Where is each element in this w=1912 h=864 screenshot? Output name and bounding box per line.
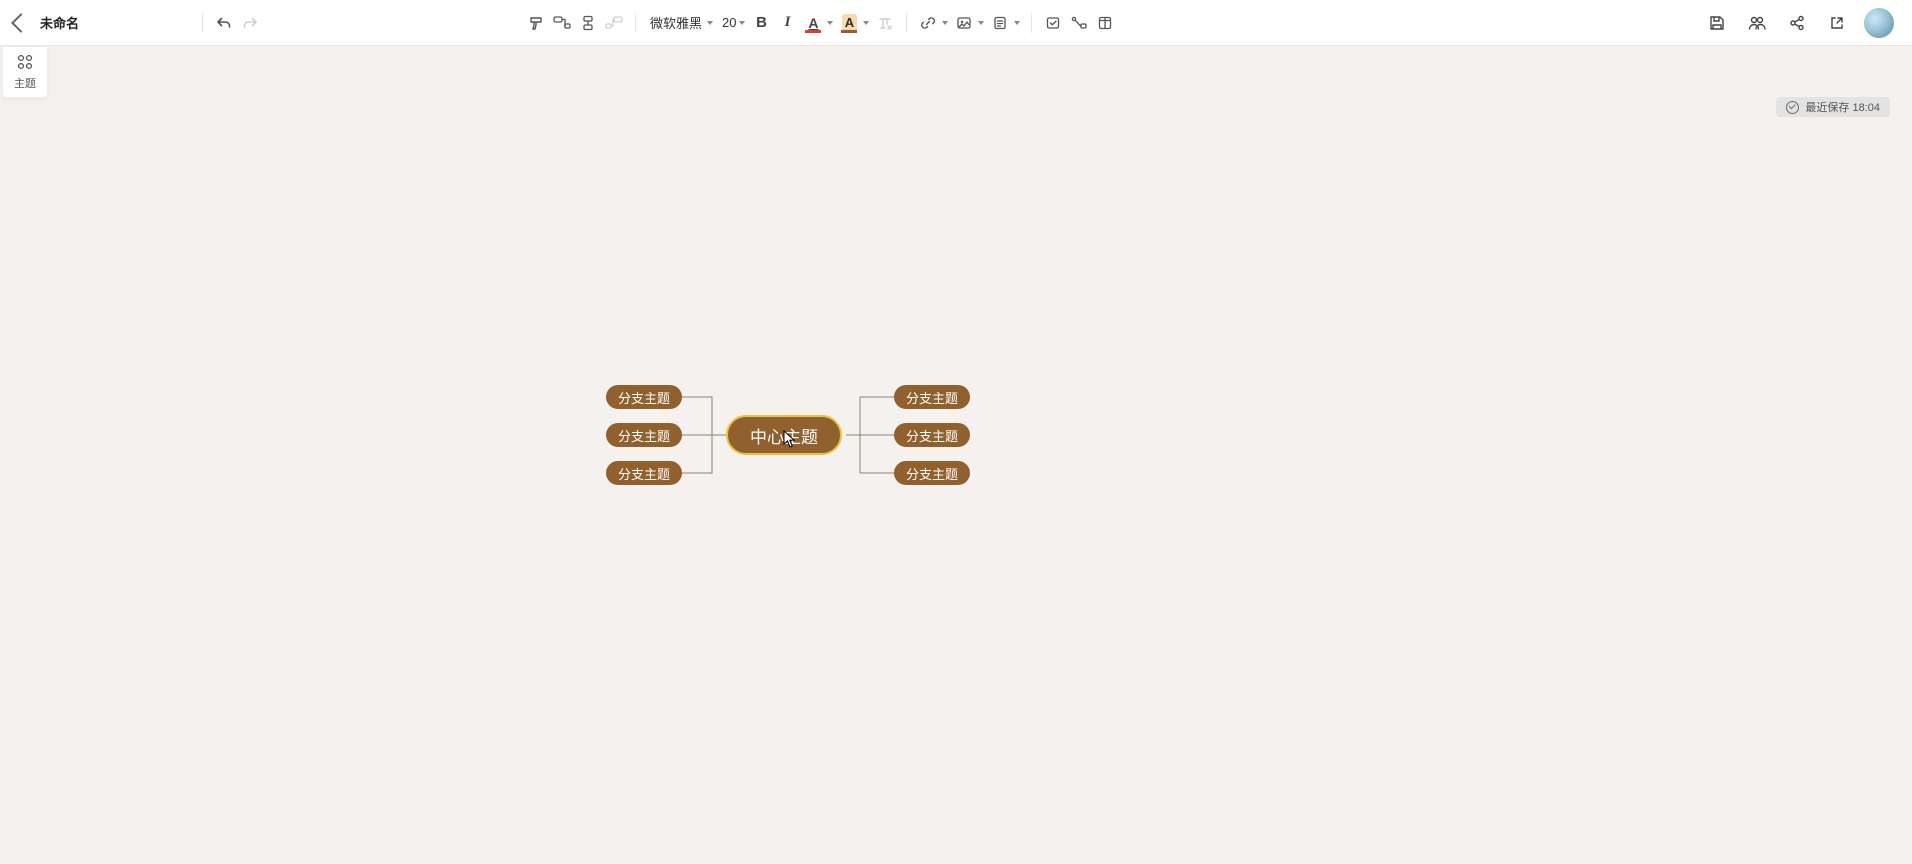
toolbar: 未命名 微软雅黑 20 B I A [0, 0, 1912, 46]
highlight-color-button[interactable]: A [836, 10, 862, 36]
back-icon[interactable] [11, 13, 31, 33]
theme-panel-label: 主题 [14, 75, 36, 91]
link-dropdown[interactable] [941, 21, 949, 25]
font-family-select[interactable]: 微软雅黑 [644, 13, 706, 32]
image-dropdown[interactable] [977, 21, 985, 25]
branch-node-left-0[interactable]: 分支主题 [606, 385, 682, 409]
branch-node-left-1[interactable]: 分支主题 [606, 423, 682, 447]
branch-node-right-1[interactable]: 分支主题 [894, 423, 970, 447]
chevron-down-icon [942, 21, 948, 25]
insert-sibling-button[interactable] [575, 10, 601, 36]
branch-node-right-0[interactable]: 分支主题 [894, 385, 970, 409]
separator [906, 13, 907, 33]
text-color-swatch [805, 30, 821, 33]
theme-panel-button[interactable]: 主题 [2, 46, 48, 98]
clear-format-button[interactable] [872, 10, 898, 36]
branch-node-left-2[interactable]: 分支主题 [606, 461, 682, 485]
text-color-dropdown[interactable] [826, 21, 834, 25]
mindmap: 分支主题 分支主题 分支主题 中心主题 分支主题 分支主题 分支主题 [606, 378, 966, 520]
toolbar-right [1704, 8, 1912, 38]
link-button[interactable] [915, 10, 941, 36]
chevron-down-icon [707, 21, 713, 25]
insert-parent-button[interactable] [601, 10, 627, 36]
format-painter-icon [528, 15, 544, 31]
bold-button[interactable]: B [748, 10, 774, 36]
font-size-select[interactable]: 20 [716, 15, 738, 30]
redo-icon [242, 15, 258, 31]
note-button[interactable] [987, 10, 1013, 36]
canvas[interactable]: 最近保存 18:04 分支主题 分支主题 分支主题 中心主题 分支主题 分支主题… [0, 46, 1912, 864]
save-icon [1708, 14, 1726, 32]
central-node[interactable]: 中心主题 [726, 415, 842, 455]
link-icon [920, 15, 936, 31]
highlight-letter: A [845, 15, 854, 30]
sibling-icon [580, 15, 596, 31]
clear-format-icon [877, 15, 893, 31]
collaborators-button[interactable] [1744, 10, 1770, 36]
undo-icon [216, 15, 232, 31]
document-title[interactable]: 未命名 [40, 13, 79, 32]
insert-subtopic-button[interactable] [549, 10, 575, 36]
external-icon [1829, 15, 1845, 31]
format-painter-button[interactable] [523, 10, 549, 36]
task-button[interactable] [1040, 10, 1066, 36]
subtopic-icon [553, 15, 571, 31]
undo-button[interactable] [211, 10, 237, 36]
chevron-down-icon [827, 21, 833, 25]
chevron-down-icon [1014, 21, 1020, 25]
note-icon [992, 15, 1008, 31]
chevron-down-icon [978, 21, 984, 25]
branch-node-right-2[interactable]: 分支主题 [894, 461, 970, 485]
collaborators-icon [1747, 14, 1767, 32]
summary-button[interactable] [1092, 10, 1118, 36]
parent-icon [605, 15, 623, 31]
italic-button[interactable]: I [774, 10, 800, 36]
highlight-color-dropdown[interactable] [862, 21, 870, 25]
redo-button[interactable] [237, 10, 263, 36]
text-color-button[interactable]: A [800, 10, 826, 36]
image-icon [956, 15, 972, 31]
toolbar-left: 未命名 [0, 13, 184, 32]
open-external-button[interactable] [1824, 10, 1850, 36]
separator [1031, 13, 1032, 33]
font-size-dropdown[interactable] [738, 21, 746, 25]
font-family-dropdown[interactable] [706, 21, 714, 25]
summary-icon [1097, 15, 1113, 31]
relationship-button[interactable] [1066, 10, 1092, 36]
note-dropdown[interactable] [1013, 21, 1021, 25]
toolbar-center: 微软雅黑 20 B I A A [194, 10, 1118, 36]
separator [202, 13, 203, 33]
text-color-letter: A [808, 15, 818, 31]
task-icon [1045, 15, 1061, 31]
share-icon [1788, 14, 1806, 32]
autosave-badge: 最近保存 18:04 [1776, 97, 1890, 117]
autosave-text: 最近保存 18:04 [1805, 99, 1880, 115]
check-circle-icon [1786, 101, 1799, 114]
share-button[interactable] [1784, 10, 1810, 36]
save-button[interactable] [1704, 10, 1730, 36]
separator [635, 13, 636, 33]
chevron-down-icon [739, 21, 745, 25]
highlight-swatch [841, 30, 857, 33]
relationship-icon [1070, 15, 1088, 31]
theme-grid-icon [16, 53, 34, 71]
chevron-down-icon [863, 21, 869, 25]
user-avatar[interactable] [1864, 8, 1894, 38]
image-button[interactable] [951, 10, 977, 36]
